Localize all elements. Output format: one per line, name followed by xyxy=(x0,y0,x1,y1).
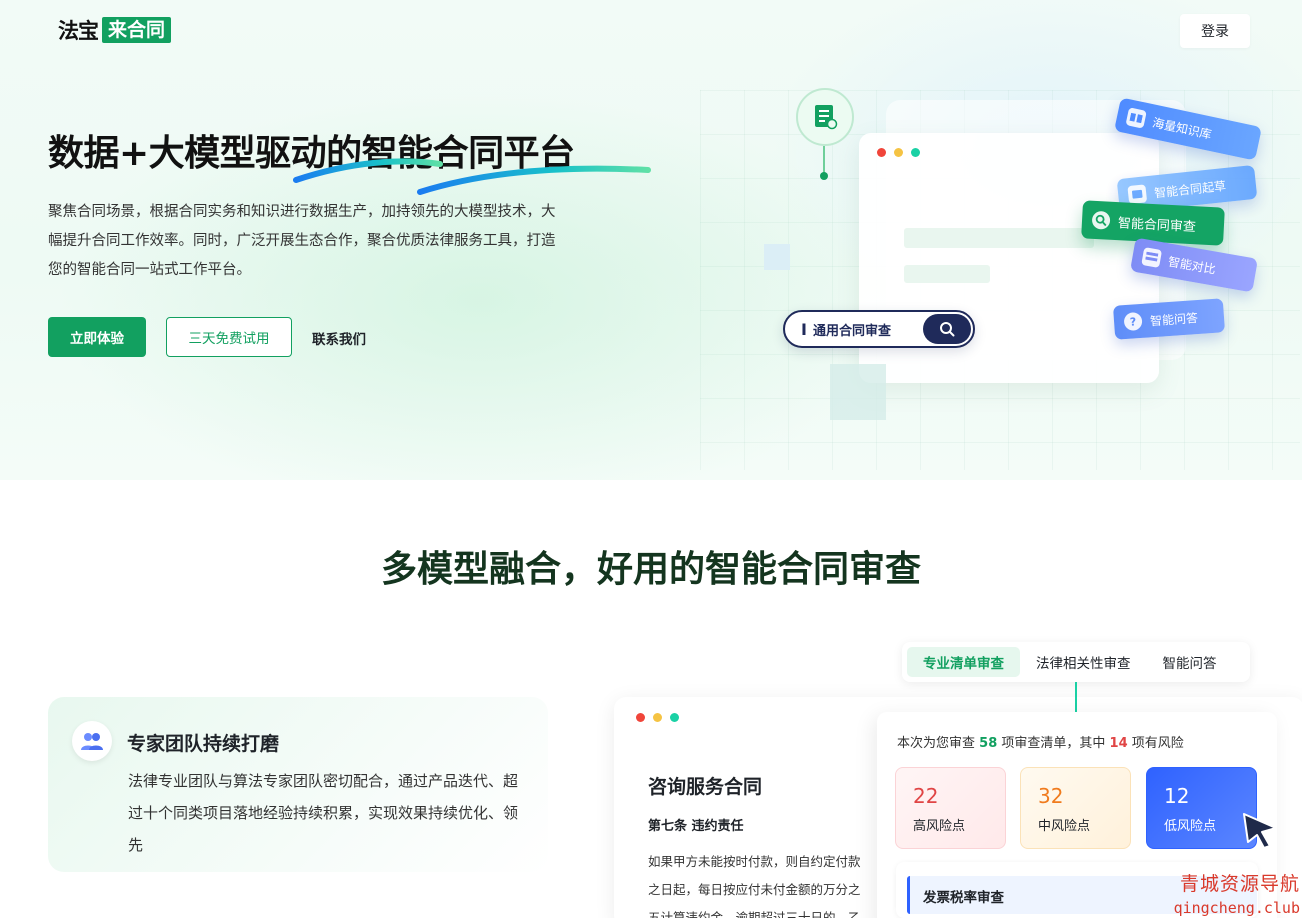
window-dot-red xyxy=(636,713,645,722)
tab-smart-qa[interactable]: 智能问答 xyxy=(1147,647,1233,677)
review-summary: 本次为您审查 58 项审查清单，其中 14 项有风险 xyxy=(897,732,1184,751)
logo-text-left: 法宝 xyxy=(58,18,99,43)
document-check-badge xyxy=(796,88,854,146)
summary-prefix: 本次为您审查 xyxy=(897,736,976,751)
title-underline-swoosh xyxy=(293,158,651,195)
window-dot-green xyxy=(670,713,679,722)
high-risk-label: 高风险点 xyxy=(913,819,966,834)
tag-label: 智能合同审查 xyxy=(1117,215,1197,235)
window-dot-yellow xyxy=(894,148,903,157)
watermark-line-2: qingcheng.club xyxy=(1173,899,1300,917)
tag-contract-review: 智能合同审查 xyxy=(1081,200,1225,246)
review-icon xyxy=(1091,210,1111,230)
watermark: 青城资源导航 qingcheng.club xyxy=(1120,872,1300,918)
hero-description: 聚焦合同场景，根据合同实务和知识进行数据生产，加持领先的大模型技术，大幅提升合同… xyxy=(48,204,556,278)
low-risk-label: 低风险点 xyxy=(1164,819,1217,834)
compare-icon xyxy=(1141,247,1163,268)
mid-risk-label: 中风险点 xyxy=(1038,819,1091,834)
tag-label: 智能对比 xyxy=(1167,254,1217,277)
high-risk-card[interactable]: 22 高风险点 xyxy=(895,767,1006,849)
document-title: 咨询服务合同 xyxy=(648,776,763,798)
team-icon xyxy=(72,721,112,761)
tab-legal-relevance-review[interactable]: 法律相关性审查 xyxy=(1020,647,1147,677)
document-clause: 第七条 违约责任 xyxy=(648,819,744,834)
summary-mid: 项审查清单，其中 xyxy=(1001,736,1106,751)
contact-us-link[interactable]: 联系我们 xyxy=(312,328,366,348)
feature-description: 法律专业团队与算法专家团队密切配合，通过产品迭代、超过十个同类项目落地经验持续积… xyxy=(128,772,519,854)
window-dot-green xyxy=(911,148,920,157)
review-item-label: 发票税率审查 xyxy=(923,890,1004,906)
mid-risk-count: 32 xyxy=(1038,784,1064,808)
document-check-icon xyxy=(815,105,838,130)
logo-text-right: 来合同 xyxy=(102,17,172,43)
mouse-pointer-icon xyxy=(1243,813,1277,849)
tag-label: 智能合同起草 xyxy=(1153,178,1227,200)
tag-label: 海量知识库 xyxy=(1151,115,1213,142)
total-count: 58 xyxy=(979,736,998,751)
placeholder-line xyxy=(904,228,1094,248)
risk-count: 14 xyxy=(1109,736,1128,751)
decor-square xyxy=(764,244,790,270)
high-risk-count: 22 xyxy=(913,784,939,808)
tab-checklist-review[interactable]: 专业清单审查 xyxy=(907,647,1020,677)
connector-dot xyxy=(820,172,828,180)
login-button[interactable]: 登录 xyxy=(1180,14,1250,48)
search-demo-text: 通用合同审查 xyxy=(812,323,891,339)
draft-icon xyxy=(1127,184,1148,205)
feature-title: 专家团队持续打磨 xyxy=(127,733,280,755)
document-line: 之日起，每日按应付未付金额的万分之 xyxy=(648,882,861,897)
tag-label: 智能问答 xyxy=(1149,310,1199,328)
review-tab-bar: 专业清单审查 法律相关性审查 智能问答 xyxy=(902,642,1250,682)
watermark-line-1: 青城资源导航 xyxy=(1179,873,1300,895)
document-line: 五计算违约金，逾期超过三十日的，乙 xyxy=(648,910,861,918)
try-now-button[interactable]: 立即体验 xyxy=(48,317,146,357)
free-trial-button[interactable]: 三天免费试用 xyxy=(166,317,292,357)
summary-suffix: 项有风险 xyxy=(1131,736,1184,751)
book-icon xyxy=(1125,107,1147,129)
search-icon xyxy=(923,314,971,344)
document-line: 如果甲方未能按时付款，则自约定付款 xyxy=(648,854,861,869)
question-icon: ? xyxy=(1123,311,1143,332)
low-risk-count: 12 xyxy=(1164,784,1190,808)
logo[interactable]: 法宝 来合同 xyxy=(58,16,172,44)
document-body: 如果甲方未能按时付款，则自约定付款 之日起，每日按应付未付金额的万分之 五计算违… xyxy=(648,848,888,918)
mid-risk-card[interactable]: 32 中风险点 xyxy=(1020,767,1131,849)
window-controls xyxy=(877,148,920,157)
window-dot-red xyxy=(877,148,886,157)
section-title: 多模型融合，好用的智能合同审查 xyxy=(380,549,921,590)
text-cursor-icon: I xyxy=(801,319,807,339)
top-nav: 法宝 来合同 登录 xyxy=(0,0,1302,60)
window-dot-yellow xyxy=(653,713,662,722)
hero-search-demo: I 通用合同审查 xyxy=(783,310,975,348)
window-controls xyxy=(636,713,679,722)
placeholder-line xyxy=(904,265,990,283)
decor-square xyxy=(830,364,886,420)
